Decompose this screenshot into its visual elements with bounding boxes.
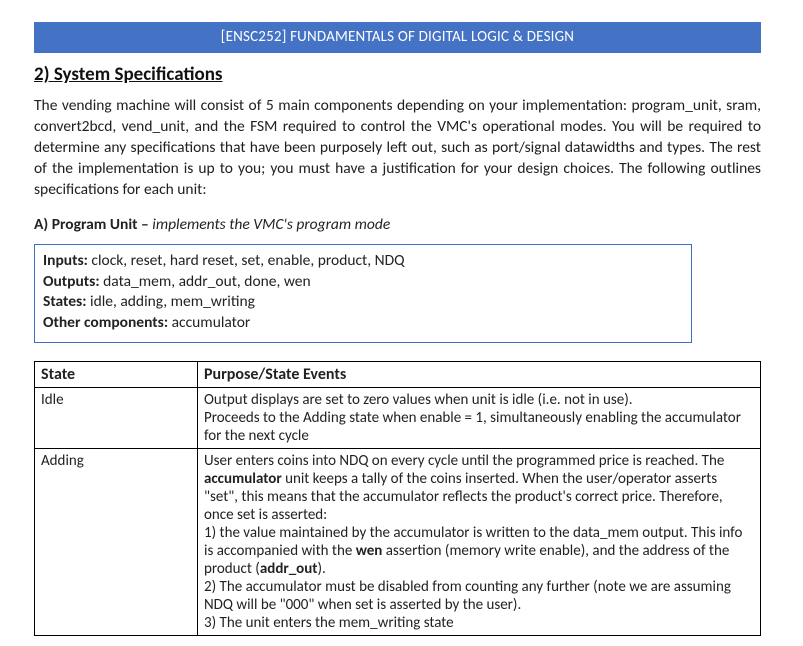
program-unit-desc: implements the VMC's program mode <box>152 215 390 234</box>
intro-paragraph: The vending machine will consist of 5 ma… <box>34 96 761 201</box>
adding-p2e: ). <box>317 560 325 578</box>
outputs-label: Outputs: <box>43 272 100 291</box>
table-row: Adding User enters coins into NDQ on eve… <box>35 449 761 636</box>
col-header-purpose: Purpose/State Events <box>198 362 761 388</box>
program-unit-label: A) Program Unit – <box>34 215 152 234</box>
io-states-row: States: idle, adding, mem_writing <box>43 292 683 313</box>
purpose-cell-adding: User enters coins into NDQ on every cycl… <box>198 449 761 636</box>
adding-p3: 2) The accumulator must be disabled from… <box>204 578 731 614</box>
adding-p1b-bold: accumulator <box>204 470 282 488</box>
purpose-cell-idle: Output displays are set to zero values w… <box>198 388 761 449</box>
table-header-row: State Purpose/State Events <box>35 362 761 388</box>
io-outputs-row: Outputs: data_mem, addr_out, done, wen <box>43 272 683 293</box>
io-specification-box: Inputs: clock, reset, hard reset, set, e… <box>34 244 692 344</box>
states-value: idle, adding, mem_writing <box>87 292 255 311</box>
table-row: Idle Output displays are set to zero val… <box>35 388 761 449</box>
inputs-label: Inputs: <box>43 251 88 270</box>
adding-p2d-bold: addr_out <box>260 560 318 578</box>
other-value: accumulator <box>168 313 250 332</box>
outputs-value: data_mem, addr_out, done, wen <box>100 272 311 291</box>
program-unit-heading: A) Program Unit – implements the VMC's p… <box>34 215 761 234</box>
other-label: Other components: <box>43 313 168 332</box>
adding-p1c: unit keeps a tally of the coins inserted… <box>204 470 723 524</box>
adding-p4: 3) The unit enters the mem_writing state <box>204 614 454 632</box>
section-heading: 2) System Specifications <box>34 63 761 86</box>
course-banner: [ENSC252] FUNDAMENTALS OF DIGITAL LOGIC … <box>34 22 761 53</box>
idle-line1: Output displays are set to zero values w… <box>204 391 633 409</box>
adding-p2b-bold: wen <box>356 542 383 560</box>
state-cell-idle: Idle <box>35 388 198 449</box>
inputs-value: clock, reset, hard reset, set, enable, p… <box>88 251 405 270</box>
col-header-state: State <box>35 362 198 388</box>
io-other-row: Other components: accumulator <box>43 313 683 334</box>
idle-line2: Proceeds to the Adding state when enable… <box>204 409 741 445</box>
adding-p1a: User enters coins into NDQ on every cycl… <box>204 452 724 470</box>
state-cell-adding: Adding <box>35 449 198 636</box>
states-label: States: <box>43 292 87 311</box>
state-table: State Purpose/State Events Idle Output d… <box>34 361 761 636</box>
io-inputs-row: Inputs: clock, reset, hard reset, set, e… <box>43 251 683 272</box>
